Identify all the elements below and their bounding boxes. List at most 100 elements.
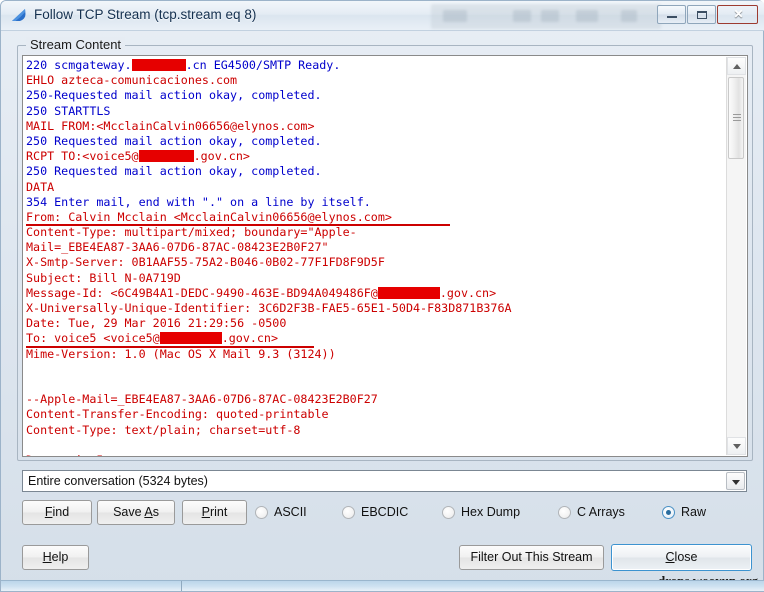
stream-line-text: Dear voice5, xyxy=(26,453,110,456)
stream-content-textpane[interactable]: 220 scmgateway. .cn EG4500/SMTP Ready. EHL… xyxy=(22,55,748,457)
radio-ebcdic-indicator xyxy=(342,506,355,519)
stream-line: Content-Type: multipart/mixed; boundary=… xyxy=(26,225,728,240)
help-button[interactable]: Help xyxy=(22,545,89,570)
chevron-down-icon xyxy=(732,480,740,485)
conversation-select-arrow-button[interactable] xyxy=(726,472,745,490)
scrollbar-thumb[interactable] xyxy=(728,77,744,159)
filter-out-this-stream-button[interactable]: Filter Out This Stream xyxy=(459,545,604,570)
window-close-button[interactable]: ✕ xyxy=(717,5,758,24)
arrow-down-icon xyxy=(733,444,741,449)
scroll-up-button[interactable] xyxy=(727,57,746,75)
stream-line-text: Date: Tue, 29 Mar 2016 21:29:56 -0500 xyxy=(26,316,287,331)
minimize-button[interactable] xyxy=(657,5,686,24)
radio-hex-dump-label: Hex Dump xyxy=(461,505,521,519)
stream-line-text: Mime-Version: 1.0 (Mac OS X Mail 9.3 (31… xyxy=(26,346,336,361)
stream-lines-container: 220 scmgateway. .cn EG4500/SMTP Ready. EHL… xyxy=(23,56,728,456)
stream-line: 250 Requested mail action okay, complete… xyxy=(26,164,728,179)
wireshark-shark-fin-icon xyxy=(12,9,26,21)
stream-line xyxy=(26,362,728,377)
stream-line: X-Smtp-Server: 0B1AAF55-75A2-B046-0B02-7… xyxy=(26,255,728,270)
radio-raw-label: Raw xyxy=(681,505,707,519)
stream-line xyxy=(26,377,728,392)
ghost-icon-4 xyxy=(576,10,598,22)
radio-c-arrays-indicator xyxy=(558,506,571,519)
redaction-block xyxy=(131,59,186,71)
radio-raw-indicator xyxy=(662,506,675,519)
print-button[interactable]: Print xyxy=(182,500,247,525)
radio-ascii-label: ASCII xyxy=(274,505,307,519)
stream-line: EHLO azteca-comunicaciones.com xyxy=(26,73,728,88)
stream-line: 250 STARTTLS xyxy=(26,104,728,119)
radio-c-arrays-label: C Arrays xyxy=(577,505,625,519)
help-button-label: Help xyxy=(42,550,69,564)
stream-line-text: Content-Type: multipart/mixed; boundary=… xyxy=(26,225,357,240)
stream-line xyxy=(26,438,728,453)
stream-line: Dear voice5, xyxy=(26,453,728,456)
ghost-icon-5 xyxy=(621,10,637,22)
ghost-icon-3 xyxy=(541,10,559,22)
find-button[interactable]: Find xyxy=(22,500,92,525)
stream-line-text: 250 Requested mail action okay, complete… xyxy=(26,164,322,179)
stream-line-text: To: voice5 <voice5@ .gov.cn> xyxy=(26,331,278,346)
radio-ebcdic-label: EBCDIC xyxy=(361,505,409,519)
maximize-icon xyxy=(697,11,707,19)
stream-line: MAIL FROM:<McclainCalvin06656@elynos.com… xyxy=(26,119,728,134)
minimize-icon xyxy=(667,16,677,18)
stream-content-label: Stream Content xyxy=(26,37,126,52)
print-button-label: Print xyxy=(201,505,228,519)
stream-line: --Apple-Mail=_EBE4EA87-3AA6-07D6-87AC-08… xyxy=(26,392,728,407)
conversation-select[interactable]: Entire conversation (5324 bytes) xyxy=(22,470,747,492)
stream-line-text: EHLO azteca-comunicaciones.com xyxy=(26,73,238,88)
scroll-down-button[interactable] xyxy=(727,437,746,455)
maximize-button[interactable] xyxy=(687,5,716,24)
save-as-button[interactable]: Save As xyxy=(97,500,175,525)
close-dialog-button-label: Close xyxy=(665,550,698,564)
stream-line: 220 scmgateway. .cn EG4500/SMTP Ready. xyxy=(26,58,728,73)
stream-line: Date: Tue, 29 Mar 2016 21:29:56 -0500 xyxy=(26,316,728,331)
redaction-block xyxy=(159,332,222,345)
stream-line-text: 250 STARTTLS xyxy=(26,103,111,118)
stream-line: Mail=_EBE4EA87-3AA6-07D6-87AC-08423E2B0F… xyxy=(26,240,728,255)
stream-line-text: Mail=_EBE4EA87-3AA6-07D6-87AC-08423E2B0F… xyxy=(26,240,329,255)
ghost-icon-1 xyxy=(443,10,467,22)
radio-ascii-indicator xyxy=(255,506,268,519)
stream-line-text: --Apple-Mail=_EBE4EA87-3AA6-07D6-87AC-08… xyxy=(26,392,378,407)
stream-line: 250-Requested mail action okay, complete… xyxy=(26,88,728,103)
window-title: Follow TCP Stream (tcp.stream eq 8) xyxy=(34,7,257,22)
vertical-scrollbar[interactable] xyxy=(726,57,746,455)
stream-line-text: 250 Requested mail action okay, complete… xyxy=(26,133,322,148)
stream-line-text: From: Calvin Mcclain <McclainCalvin06656… xyxy=(26,209,392,224)
stream-line-text: 220 scmgateway. .cn EG4500/SMTP Ready. xyxy=(26,58,341,72)
arrow-up-icon xyxy=(733,64,741,69)
save-as-button-label: Save As xyxy=(113,505,159,519)
stream-line: Subject: Bill N-0A719D xyxy=(26,271,728,286)
stream-line: Content-Type: text/plain; charset=utf-8 xyxy=(26,423,728,438)
stream-line-text: Content-Transfer-Encoding: quoted-printa… xyxy=(26,407,329,422)
scrollbar-grip-icon xyxy=(733,114,741,121)
follow-tcp-stream-window: Follow TCP Stream (tcp.stream eq 8) ✕ St… xyxy=(0,0,764,592)
stream-line-text: Message-Id: <6C49B4A1-DEDC-9490-463E-BD9… xyxy=(26,285,497,300)
conversation-select-value: Entire conversation (5324 bytes) xyxy=(28,474,208,488)
stream-line-text: X-Universally-Unique-Identifier: 3C6D2F3… xyxy=(26,301,512,315)
stream-line-text: 354 Enter mail, end with "." on a line b… xyxy=(26,194,371,209)
close-icon: ✕ xyxy=(733,7,744,21)
close-dialog-button[interactable]: Close xyxy=(611,544,752,571)
stream-line: DATA xyxy=(26,180,728,195)
find-button-label: Find xyxy=(44,505,70,519)
stream-line-text: DATA xyxy=(26,179,55,194)
stream-line: RCPT TO:<voice5@ .gov.cn> xyxy=(26,149,728,164)
stream-line-text: Content-Type: text/plain; charset=utf-8 xyxy=(26,422,301,437)
redaction-block xyxy=(138,150,194,163)
filter-out-button-label: Filter Out This Stream xyxy=(470,550,593,564)
stream-line-text: X-Smtp-Server: 0B1AAF55-75A2-B046-0B02-7… xyxy=(26,255,385,270)
stream-line-text: MAIL FROM:<McclainCalvin06656@elynos.com… xyxy=(26,118,315,133)
stream-line: Mime-Version: 1.0 (Mac OS X Mail 9.3 (31… xyxy=(26,347,728,362)
stream-line: Content-Transfer-Encoding: quoted-printa… xyxy=(26,407,728,422)
title-bar: Follow TCP Stream (tcp.stream eq 8) ✕ xyxy=(1,1,764,31)
ghost-icon-2 xyxy=(513,10,531,22)
radio-hex-dump-indicator xyxy=(442,506,455,519)
stream-line: X-Universally-Unique-Identifier: 3C6D2F3… xyxy=(26,301,728,316)
stream-line: 354 Enter mail, end with "." on a line b… xyxy=(26,195,728,210)
bottom-status-bar xyxy=(1,580,764,591)
stream-line-text: RCPT TO:<voice5@ .gov.cn> xyxy=(26,149,250,164)
